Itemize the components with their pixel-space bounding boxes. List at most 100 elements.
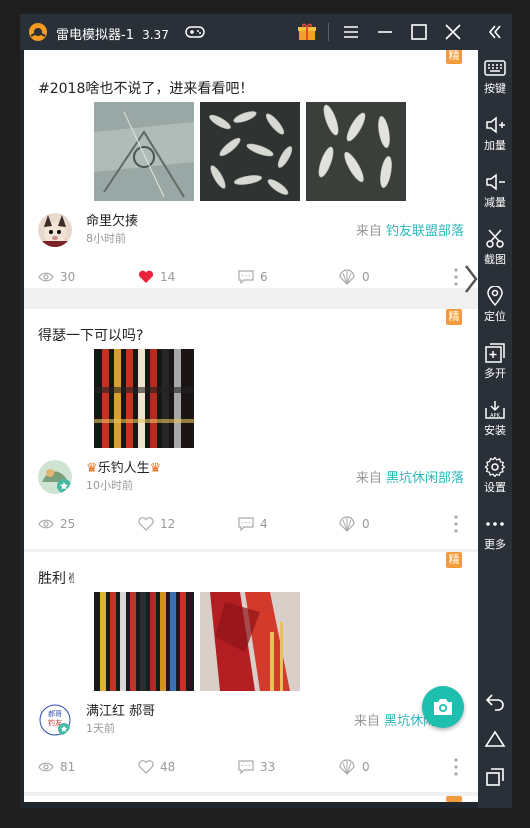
like-count: 12 [160,517,176,531]
share-count: 0 [362,270,370,284]
more-options-icon[interactable] [454,514,458,534]
sidebar-item-volume-up[interactable]: 加量 [478,111,512,163]
sidebar-item-screenshot[interactable]: 截图 [478,225,512,277]
gift-icon[interactable] [296,21,318,43]
post-image[interactable] [94,102,194,201]
source-prefix: 来自 [355,224,382,239]
comment-button[interactable]: 4 [238,512,268,536]
keyboard-icon [484,60,506,76]
avatar[interactable] [38,213,72,247]
location-pin-icon [487,286,503,306]
heart-outline-icon [138,760,154,774]
post-card[interactable]: 精 #2018啥也不说了，进来看看吧！ 命里欠揍 8小时前 来自 钓友联盟部落 … [24,50,478,293]
heart-outline-icon [138,517,154,531]
eye-icon [38,519,54,529]
share-button[interactable]: 0 [338,755,370,779]
share-button[interactable]: 0 [338,265,370,289]
comment-icon [238,517,254,531]
source-prefix: 来自 [354,714,381,729]
post-image[interactable] [306,102,406,201]
like-count: 48 [160,760,176,774]
sidebar-item-more[interactable]: 更多 [478,510,512,562]
collapse-sidebar-icon[interactable] [485,22,505,42]
like-button[interactable]: 12 [138,512,175,536]
like-button[interactable]: 48 [138,755,175,779]
svg-text:郝哥: 郝哥 [48,709,62,718]
apk-install-icon: APK [485,401,505,419]
sidebar-item-settings[interactable]: 设置 [478,453,512,505]
comment-count: 33 [260,760,276,774]
camera-button[interactable] [422,686,464,728]
sidebar-item-label: 截图 [484,253,506,266]
sidebar-item-keys[interactable]: 按键 [478,54,512,106]
eye-icon [38,762,54,772]
post-author[interactable]: ♛乐钓人生♛ [86,457,161,476]
scissors-icon [486,229,504,248]
sidebar-item-label: 减量 [484,196,506,209]
volume-up-icon [486,116,505,134]
post-time: 10小时前 [86,479,133,492]
view-count: 30 [38,265,75,289]
emulator-sidebar: 按键 加量 减量 截图 定位 多开 APK 安装 设置 更多 [478,14,512,808]
back-icon[interactable] [484,690,506,712]
post-card[interactable] [24,796,478,802]
post-card[interactable]: 精 得瑟一下可以吗? ♛乐钓人生♛ 10小时前 来自 黑坑休闲部落 25 12 … [24,309,478,549]
crown-icon: ♛ [86,461,98,476]
avatar[interactable] [38,460,72,494]
share-button[interactable]: 0 [338,512,370,536]
view-count-value: 25 [60,517,76,531]
app-screen: 精 #2018啥也不说了，进来看看吧！ 命里欠揍 8小时前 来自 钓友联盟部落 … [24,50,478,802]
volume-down-icon [486,173,505,191]
like-count: 14 [160,270,176,284]
post-stats: 81 48 33 0 [24,755,478,779]
sidebar-item-multi[interactable]: 多开 [478,339,512,391]
view-count-value: 81 [60,760,76,774]
close-icon[interactable] [442,21,464,43]
comment-button[interactable]: 33 [238,755,275,779]
post-image[interactable] [94,592,194,691]
minimize-icon[interactable] [374,21,396,43]
sidebar-item-label: 安装 [484,424,506,437]
featured-badge: 精 [446,309,462,325]
gamepad-icon[interactable] [184,21,206,43]
share-count: 0 [362,517,370,531]
sidebar-item-volume-down[interactable]: 减量 [478,168,512,220]
post-time: 1天前 [86,722,115,735]
sidebar-item-label: 定位 [484,310,506,323]
tribe-link[interactable]: 钓友联盟部落 [386,224,464,239]
post-title[interactable]: #2018啥也不说了，进来看看吧！ [38,78,253,98]
sidebar-item-location[interactable]: 定位 [478,282,512,334]
post-image[interactable] [200,102,300,201]
post-stats: 30 14 6 0 [24,265,478,289]
comment-icon [238,270,254,284]
view-count-value: 30 [60,270,76,284]
view-count: 25 [38,512,75,536]
chevron-right-icon[interactable] [464,264,478,294]
shell-icon [339,269,355,285]
comment-button[interactable]: 6 [238,265,268,289]
post-stats: 25 12 4 0 [24,512,478,536]
eye-icon [38,272,54,282]
post-card[interactable]: 精 胜利✌ 郝哥 钓友 满江红 郝哥 1天前 来自 黑坑休闲 81 48 33 … [24,552,478,792]
post-image[interactable] [200,592,300,691]
post-title[interactable]: 得瑟一下可以吗? [38,325,143,345]
more-dots-icon [486,522,504,526]
sidebar-item-install[interactable]: APK 安装 [478,396,512,448]
like-button[interactable]: 14 [138,265,175,289]
tribe-link[interactable]: 黑坑休闲部落 [386,471,464,486]
menu-icon[interactable] [340,21,362,43]
home-icon[interactable] [484,728,506,750]
post-title[interactable]: 胜利✌ [38,568,78,588]
shell-icon [339,759,355,775]
more-options-icon[interactable] [454,757,458,777]
post-author[interactable]: 命里欠揍 [86,210,138,229]
recent-apps-icon[interactable] [484,766,506,788]
post-author[interactable]: 满江红 郝哥 [86,700,155,719]
more-options-icon[interactable] [454,267,458,287]
post-image[interactable] [94,349,194,448]
avatar[interactable]: 郝哥 钓友 [38,703,72,737]
featured-badge: 精 [446,552,462,568]
share-count: 0 [362,760,370,774]
maximize-icon[interactable] [408,21,430,43]
sidebar-item-label: 加量 [484,139,506,152]
